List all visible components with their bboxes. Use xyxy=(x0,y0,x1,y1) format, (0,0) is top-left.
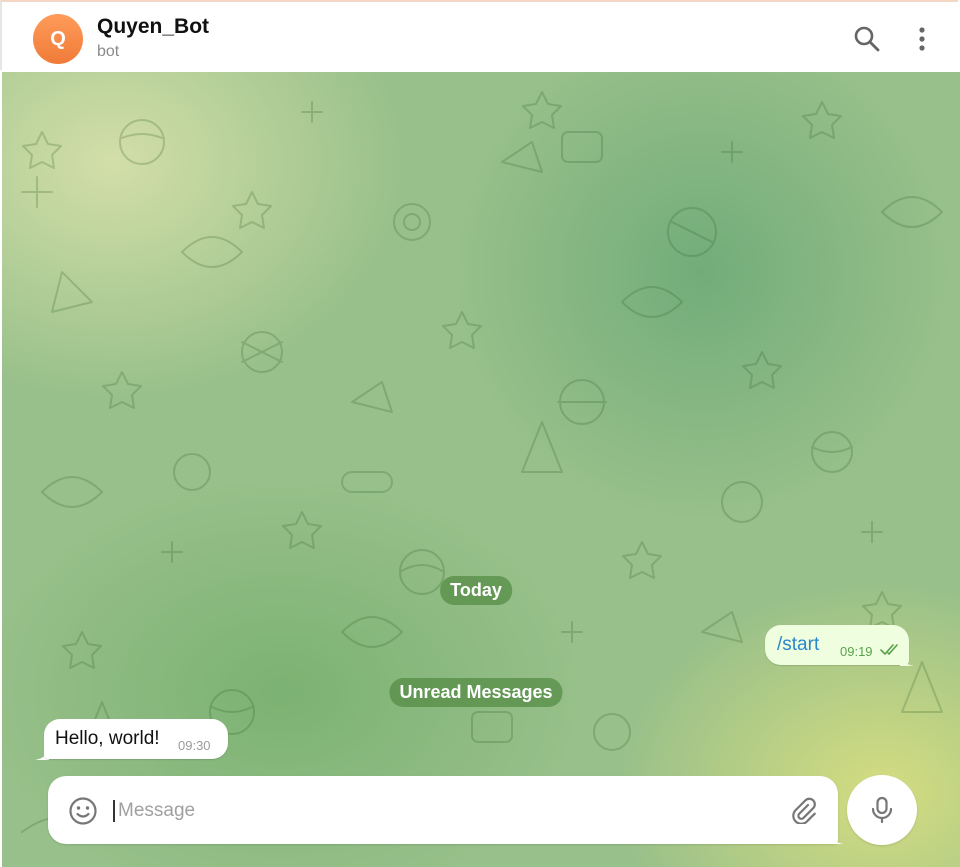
message-composer xyxy=(48,776,838,844)
attach-icon[interactable] xyxy=(789,796,817,824)
incoming-message[interactable]: Hello, world! 09:30 xyxy=(44,719,228,759)
more-vertical-icon[interactable] xyxy=(907,24,937,54)
chat-title[interactable]: Quyen_Bot xyxy=(97,15,209,39)
message-time: 09:19 xyxy=(840,644,873,659)
message-text-link[interactable]: /start xyxy=(777,634,819,656)
bubble-tail xyxy=(900,654,914,666)
unread-separator: Unread Messages xyxy=(389,678,563,707)
date-separator: Today xyxy=(440,576,512,605)
chat-subtitle: bot xyxy=(97,43,120,60)
emoji-icon[interactable] xyxy=(68,796,98,826)
chat-header: Q Quyen_Bot bot xyxy=(0,0,958,70)
microphone-icon xyxy=(871,796,893,824)
message-text: Hello, world! xyxy=(55,728,160,749)
read-checkmarks-icon xyxy=(880,644,898,655)
avatar[interactable]: Q xyxy=(33,14,83,64)
composer-tail xyxy=(828,830,844,844)
chat-area: Today /start 09:19 Unread Messages Hello… xyxy=(2,72,960,867)
message-input[interactable] xyxy=(116,794,770,828)
message-time: 09:30 xyxy=(178,738,211,753)
search-icon[interactable] xyxy=(852,24,882,54)
record-voice-button[interactable] xyxy=(847,775,917,845)
text-caret xyxy=(113,800,115,822)
outgoing-message[interactable]: /start 09:19 xyxy=(765,625,909,665)
